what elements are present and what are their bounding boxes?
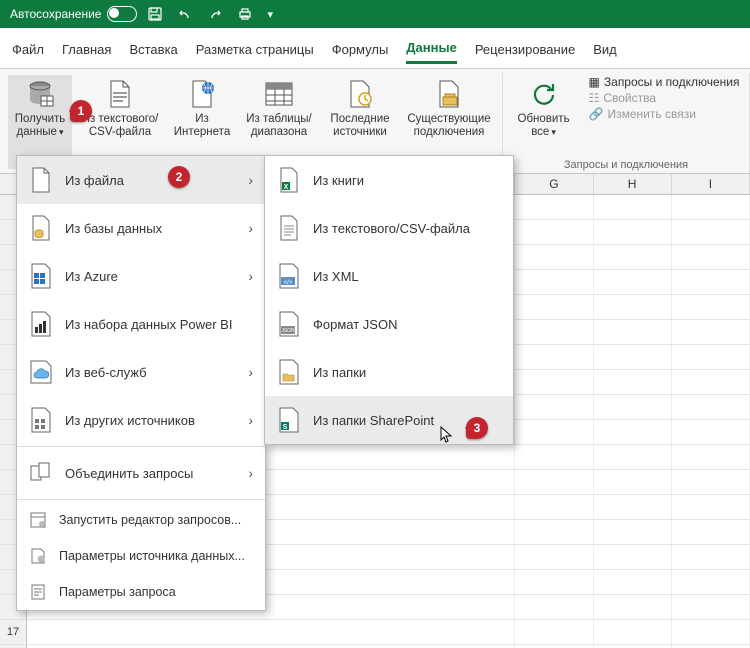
chevron-right-icon: ›: [248, 412, 253, 428]
recent-icon: [343, 77, 377, 111]
globe-icon: [185, 77, 219, 111]
existing-connections-label: Существующие подключения: [406, 113, 492, 139]
svg-text:S: S: [283, 424, 288, 431]
sharepoint-icon: S: [277, 406, 301, 434]
menu-item-source-params[interactable]: Параметры источника данных...: [17, 538, 265, 574]
svg-text:JSON: JSON: [281, 328, 295, 334]
menu-item-from-json[interactable]: JSON Формат JSON: [265, 300, 513, 348]
query-params-icon: [29, 578, 47, 606]
editor-icon: [29, 506, 47, 534]
powerbi-icon: [29, 310, 53, 338]
tab-data[interactable]: Данные: [406, 40, 457, 64]
cloud-icon: [29, 358, 53, 386]
combine-icon: [29, 459, 53, 487]
autosave-toggle[interactable]: Автосохранение: [10, 6, 137, 22]
menu-item-from-db[interactable]: Из базы данных ›: [17, 204, 265, 252]
table-icon: [262, 77, 296, 111]
menu-item-from-web[interactable]: Из веб-служб ›: [17, 348, 265, 396]
col-header[interactable]: I: [672, 174, 750, 194]
refresh-icon: [527, 77, 561, 111]
chevron-right-icon: ›: [248, 364, 253, 380]
print-icon[interactable]: [237, 6, 253, 22]
redo-icon[interactable]: [207, 6, 223, 22]
ribbon-tabs: Файл Главная Вставка Разметка страницы Ф…: [0, 28, 750, 69]
group-caption-queries: Запросы и подключения: [503, 159, 749, 171]
queries-connections-button[interactable]: ▦ Запросы и подключения: [589, 75, 740, 89]
menu-item-from-powerbi[interactable]: Из набора данных Power BI: [17, 300, 265, 348]
quick-access-toolbar: ▾: [147, 6, 273, 22]
menu-item-from-file[interactable]: Из файла ›: [17, 156, 265, 204]
properties-icon: ☷: [589, 91, 600, 105]
text-file-icon: [103, 77, 137, 111]
customize-qat-icon[interactable]: ▾: [267, 8, 273, 21]
tab-formulas[interactable]: Формулы: [332, 42, 389, 63]
cursor-icon: [440, 426, 454, 444]
file-icon: [29, 166, 53, 194]
get-data-label: Получить данные▾: [10, 113, 70, 139]
tab-layout[interactable]: Разметка страницы: [196, 42, 314, 63]
tab-file[interactable]: Файл: [12, 42, 44, 63]
xml-file-icon: </>: [277, 262, 301, 290]
tab-home[interactable]: Главная: [62, 42, 111, 63]
svg-text:X: X: [284, 184, 289, 191]
title-bar: Автосохранение ▾: [0, 0, 750, 28]
col-header[interactable]: G: [515, 174, 593, 194]
connections-icon: [432, 77, 466, 111]
save-icon[interactable]: [147, 6, 163, 22]
menu-item-from-csv[interactable]: Из текстового/CSV-файла: [265, 204, 513, 252]
col-header[interactable]: H: [594, 174, 672, 194]
recent-sources-label: Последние источники: [324, 113, 396, 139]
menu-item-from-workbook[interactable]: X Из книги: [265, 156, 513, 204]
menu-item-from-azure[interactable]: Из Azure ›: [17, 252, 265, 300]
toggle-icon: [107, 6, 137, 22]
callout-3: 3: [466, 417, 488, 439]
refresh-all-button[interactable]: Обновить все▾: [513, 75, 575, 141]
tab-insert[interactable]: Вставка: [129, 42, 177, 63]
menu-item-launch-editor[interactable]: Запустить редактор запросов...: [17, 502, 265, 538]
from-table-label: Из таблицы/ диапазона: [244, 113, 314, 139]
callout-1: 1: [70, 100, 92, 122]
menu-item-from-folder[interactable]: Из папки: [265, 348, 513, 396]
chevron-right-icon: ›: [248, 268, 253, 284]
chevron-right-icon: ›: [248, 465, 253, 481]
database-icon: [23, 77, 57, 111]
from-csv-label: Из текстового/ CSV-файла: [80, 113, 160, 139]
from-internet-label: Из Интернета: [170, 113, 234, 139]
menu-item-from-other[interactable]: Из других источников ›: [17, 396, 265, 444]
chevron-right-icon: ›: [248, 172, 253, 188]
menu-item-from-xml[interactable]: </> Из XML: [265, 252, 513, 300]
azure-icon: [29, 262, 53, 290]
chevron-right-icon: ›: [248, 220, 253, 236]
database-icon: [29, 214, 53, 242]
from-file-submenu: X Из книги Из текстового/CSV-файла </> И…: [264, 155, 514, 445]
menu-item-combine[interactable]: Объединить запросы ›: [17, 449, 265, 497]
source-params-icon: [29, 542, 47, 570]
row-header[interactable]: 17: [0, 620, 27, 644]
autosave-label: Автосохранение: [10, 7, 101, 21]
properties-button[interactable]: ☷ Свойства: [589, 91, 740, 105]
menu-item-query-params[interactable]: Параметры запроса: [17, 574, 265, 610]
folder-icon: [277, 358, 301, 386]
queries-icon: ▦: [589, 75, 600, 89]
other-sources-icon: [29, 406, 53, 434]
excel-file-icon: X: [277, 166, 301, 194]
links-icon: 🔗: [589, 107, 604, 121]
callout-2: 2: [168, 166, 190, 188]
json-file-icon: JSON: [277, 310, 301, 338]
svg-text:</>: </>: [284, 280, 293, 286]
undo-icon[interactable]: [177, 6, 193, 22]
get-data-menu: Из файла › Из базы данных › Из Azure › И…: [16, 155, 266, 611]
tab-review[interactable]: Рецензирование: [475, 42, 575, 63]
text-file-icon: [277, 214, 301, 242]
tab-view[interactable]: Вид: [593, 42, 617, 63]
edit-links-button[interactable]: 🔗 Изменить связи: [589, 107, 740, 121]
refresh-all-label: Обновить все▾: [515, 113, 573, 139]
